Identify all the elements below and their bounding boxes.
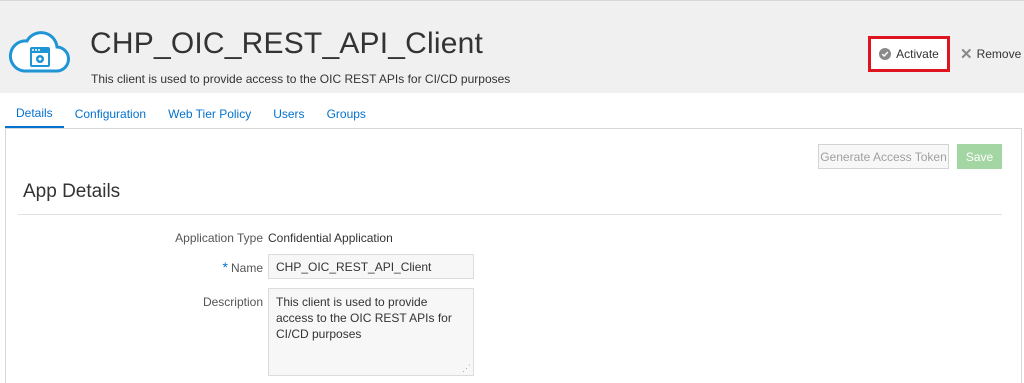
- page-title: CHP_OIC_REST_API_Client: [90, 27, 484, 60]
- generate-access-token-button[interactable]: Generate Access Token: [818, 144, 949, 169]
- description-text: This client is used to provide access to…: [276, 295, 452, 341]
- section-title: App Details: [23, 181, 121, 202]
- name-field[interactable]: CHP_OIC_REST_API_Client: [268, 254, 474, 279]
- remove-label: Remove: [976, 47, 1022, 61]
- tab-bar: Details Configuration Web Tier Policy Us…: [5, 100, 377, 128]
- close-icon: ✕: [960, 45, 973, 63]
- section-divider: [18, 214, 1002, 215]
- application-type-value: Confidential Application: [268, 231, 393, 245]
- page-subtitle: This client is used to provide access to…: [91, 72, 511, 86]
- check-circle-icon: [879, 48, 892, 60]
- remove-button[interactable]: ✕ Remove: [960, 45, 1021, 63]
- application-type-label: Application Type: [175, 231, 263, 245]
- app-header: CHP_OIC_REST_API_Client This client is u…: [0, 0, 1024, 93]
- tab-users[interactable]: Users: [262, 100, 315, 128]
- name-label: * Name: [222, 259, 263, 275]
- tab-web-tier-policy[interactable]: Web Tier Policy: [157, 100, 262, 128]
- tab-configuration[interactable]: Configuration: [64, 100, 157, 128]
- activate-label: Activate: [896, 47, 939, 61]
- description-field[interactable]: This client is used to provide access to…: [268, 288, 474, 376]
- required-mark: *: [222, 259, 228, 275]
- resize-grip-icon[interactable]: ⋰: [462, 364, 471, 373]
- tab-details[interactable]: Details: [5, 100, 64, 128]
- save-button[interactable]: Save: [957, 144, 1002, 169]
- tab-groups[interactable]: Groups: [316, 100, 377, 128]
- activate-button[interactable]: Activate: [868, 36, 950, 72]
- details-panel: Generate Access Token Save App Details A…: [5, 128, 1022, 383]
- cloud-app-icon: [8, 31, 70, 73]
- description-label: Description: [202, 295, 263, 309]
